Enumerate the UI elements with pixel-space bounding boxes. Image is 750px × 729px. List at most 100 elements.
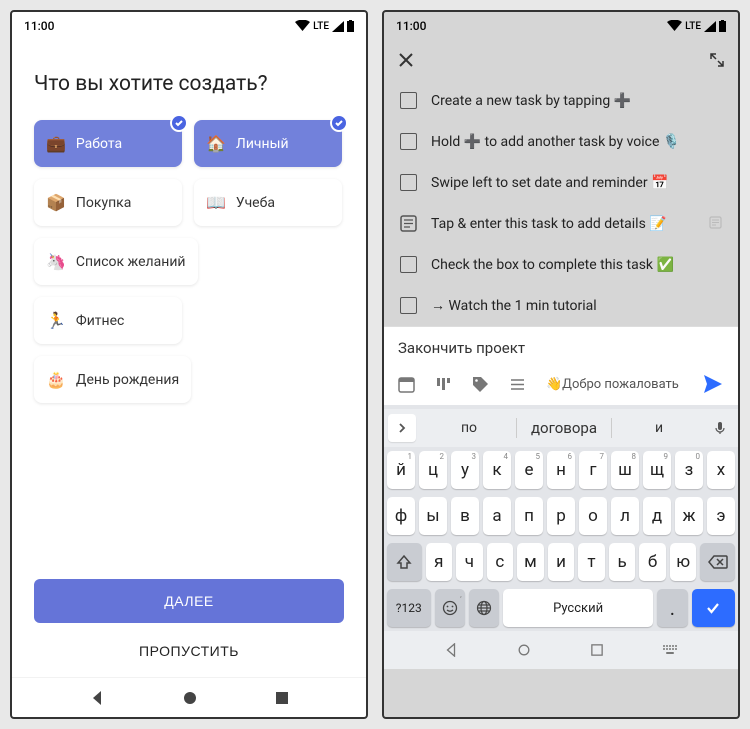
battery-icon (719, 20, 726, 32)
category-card[interactable]: 📦Покупка (34, 179, 182, 226)
chevron-right-icon (397, 423, 407, 433)
task-row[interactable]: Tap & enter this task to add details 📝 (388, 203, 734, 244)
enter-key[interactable] (692, 589, 736, 627)
key[interactable]: у3 (451, 451, 479, 489)
key[interactable]: ф (387, 497, 415, 535)
key[interactable]: р (547, 497, 575, 535)
task-text: → Watch the 1 min tutorial (431, 297, 722, 314)
task-row[interactable]: Swipe left to set date and reminder 📅 (388, 162, 734, 203)
welcome-chip[interactable]: 👋Добро пожаловать (546, 377, 682, 392)
key[interactable]: н6 (547, 451, 575, 489)
suggestion-expand[interactable] (388, 414, 416, 442)
key[interactable]: з0 (675, 451, 703, 489)
suggestion-1[interactable]: по (422, 420, 516, 436)
nav-recent-icon[interactable] (275, 691, 289, 705)
selected-check-icon (170, 114, 188, 132)
nav-recent-icon[interactable] (591, 644, 603, 656)
key[interactable]: ц2 (419, 451, 447, 489)
key[interactable]: ш8 (611, 451, 639, 489)
key-hint: 2 (440, 452, 445, 461)
next-button[interactable]: ДАЛЕЕ (34, 579, 344, 623)
backspace-key[interactable] (700, 543, 735, 581)
skip-button[interactable]: ПРОПУСТИТЬ (34, 631, 344, 671)
key[interactable]: п (515, 497, 543, 535)
key[interactable]: ь (609, 543, 636, 581)
key[interactable]: а (483, 497, 511, 535)
task-checkbox[interactable] (400, 174, 417, 191)
list-icon[interactable] (509, 376, 526, 393)
category-card[interactable]: 🎂День рождения (34, 356, 191, 403)
category-emoji: 💼 (46, 134, 66, 153)
task-text: Hold ➕ to add another task by voice 🎙️ (431, 134, 722, 150)
battery-icon (347, 20, 354, 32)
category-card[interactable]: 🏠Личный (194, 120, 342, 167)
send-icon[interactable] (702, 373, 724, 395)
task-checkbox[interactable] (400, 133, 417, 150)
category-label: День рождения (76, 372, 179, 388)
key[interactable]: е5 (515, 451, 543, 489)
category-card[interactable]: 📖Учеба (194, 179, 342, 226)
key[interactable]: ю (670, 543, 697, 581)
task-checkbox[interactable] (400, 92, 417, 109)
key[interactable]: й1 (387, 451, 415, 489)
key[interactable]: с (487, 543, 514, 581)
key[interactable]: л (611, 497, 639, 535)
nav-back-icon[interactable] (89, 690, 105, 706)
backspace-icon (708, 555, 728, 569)
category-card[interactable]: 💼Работа (34, 120, 182, 167)
task-row[interactable]: Create a new task by tapping ➕ (388, 80, 734, 121)
key[interactable]: в (451, 497, 479, 535)
tag-icon[interactable] (472, 376, 489, 393)
key[interactable]: д (643, 497, 671, 535)
key[interactable]: ы (419, 497, 447, 535)
suggestion-3[interactable]: и (612, 420, 706, 436)
key[interactable]: т (578, 543, 605, 581)
space-key[interactable]: Русский (503, 589, 654, 627)
category-emoji: 📦 (46, 193, 66, 212)
key-row-1: й1ц2у3к4е5н6г7ш8щ9з0х (384, 447, 738, 493)
category-card[interactable]: 🏃Фитнес (34, 297, 182, 344)
keyboard: по договора и й1ц2у3к4е5н6г7ш8щ9з0х фыва… (384, 405, 738, 631)
emoji-key[interactable]: , (435, 589, 465, 627)
key[interactable]: г7 (579, 451, 607, 489)
period-key[interactable]: . (657, 589, 687, 627)
nav-home-icon[interactable] (517, 643, 531, 657)
status-icons: LTE (667, 20, 726, 32)
key[interactable]: ж (675, 497, 703, 535)
shift-key[interactable] (387, 543, 422, 581)
task-row[interactable]: Hold ➕ to add another task by voice 🎙️ (388, 121, 734, 162)
category-card[interactable]: 🦄Список желаний (34, 238, 198, 285)
keyboard-hide-icon[interactable] (662, 644, 678, 656)
task-checkbox[interactable] (400, 256, 417, 273)
nav-back-icon[interactable] (444, 643, 458, 657)
key[interactable]: к4 (483, 451, 511, 489)
nav-home-icon[interactable] (182, 690, 198, 706)
close-icon[interactable] (398, 52, 414, 68)
key[interactable]: ч (456, 543, 483, 581)
microphone-icon (713, 421, 727, 435)
key[interactable]: щ9 (643, 451, 671, 489)
date-icon[interactable] (398, 376, 415, 393)
task-row[interactable]: → Watch the 1 min tutorial (388, 285, 734, 326)
language-key[interactable] (469, 589, 499, 627)
category-label: Список желаний (76, 254, 186, 270)
task-row[interactable]: Check the box to complete this task ✅ (388, 244, 734, 285)
expand-icon[interactable] (710, 53, 724, 67)
suggestion-2[interactable]: договора (517, 419, 611, 437)
task-checkbox[interactable] (400, 297, 417, 314)
symbols-key[interactable]: ?123 (387, 589, 431, 627)
key[interactable]: м (517, 543, 544, 581)
key[interactable]: э (707, 497, 735, 535)
category-emoji: 🏃 (46, 311, 66, 330)
key[interactable]: о (579, 497, 607, 535)
key-hint: 6 (568, 452, 573, 461)
key[interactable]: и (548, 543, 575, 581)
key-hint: 1 (408, 452, 413, 461)
priority-icon[interactable] (435, 376, 452, 393)
task-input[interactable]: Закончить проект (384, 327, 738, 367)
key-hint: 3 (472, 452, 477, 461)
key[interactable]: б (639, 543, 666, 581)
key[interactable]: х (707, 451, 735, 489)
mic-button[interactable] (706, 421, 734, 435)
key[interactable]: я (426, 543, 453, 581)
